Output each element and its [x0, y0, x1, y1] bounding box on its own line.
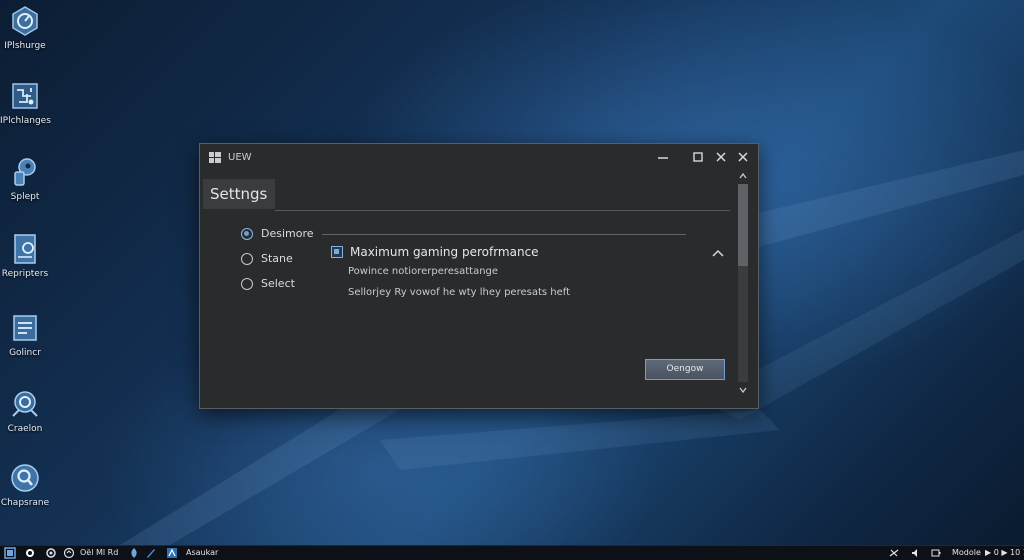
pen-icon[interactable]: [145, 547, 157, 559]
desktop-icon-gauge[interactable]: IPlshurge: [0, 5, 50, 51]
desktop-icon-circuit[interactable]: IPlchlanges: [0, 80, 51, 126]
chevron-up-icon[interactable]: [711, 248, 725, 258]
desktop-icon-label: Golincr: [9, 348, 41, 358]
options-divider: [322, 234, 686, 235]
task-view-icon[interactable]: [63, 547, 75, 559]
settings-icon[interactable]: [45, 547, 57, 559]
description-line-2: Sellorjey Ry vowof he wty lhey peresats …: [348, 287, 571, 298]
radio-button[interactable]: [241, 278, 253, 290]
taskbar-right-text: Modole: [952, 548, 981, 557]
maximize-button[interactable]: [689, 149, 707, 165]
desktop-icon-key[interactable]: Splept: [0, 156, 50, 202]
settings-header: Settngs: [203, 179, 275, 209]
window-titlebar[interactable]: UEW: [200, 144, 758, 170]
radio-label: Stane: [261, 252, 293, 265]
minimize-button[interactable]: [654, 149, 672, 165]
taskbar-text: Oël Ml Rd: [80, 548, 119, 557]
minimize-icon: [658, 157, 668, 159]
vertical-scrollbar[interactable]: [736, 170, 750, 396]
maximize-icon: [693, 152, 703, 162]
radio-button[interactable]: [241, 253, 253, 265]
radio-button-selected[interactable]: [241, 228, 253, 240]
key-icon: [14, 158, 36, 186]
desktop-icon-label: Chapsrane: [0, 498, 50, 508]
close-icon: [716, 152, 726, 162]
magnifier-icon: [11, 464, 39, 492]
windows-logo-icon: [209, 152, 221, 163]
scroll-down-icon[interactable]: [736, 384, 750, 396]
app-icon[interactable]: [166, 547, 178, 559]
action-button[interactable]: Oengow: [645, 359, 725, 380]
desktop-icon-label: Craelon: [7, 424, 43, 434]
circuit-icon: [12, 83, 38, 109]
system-clock[interactable]: ▶ 0 ▶ 10 1: [985, 547, 1024, 559]
desktop-icon-label: IPlchlanges: [0, 116, 51, 126]
taskbar-app-label[interactable]: Asaukar: [186, 547, 218, 559]
start-icon[interactable]: [4, 547, 16, 559]
description-line-1: Powince notiorerperesattange: [348, 266, 499, 277]
search-icon[interactable]: [24, 547, 36, 559]
scroll-up-icon[interactable]: [736, 170, 750, 182]
flame-icon[interactable]: [128, 547, 140, 559]
radio-label: Desimore: [261, 227, 314, 240]
restore-close-button[interactable]: [712, 149, 730, 165]
desktop-icon-label: Splept: [10, 192, 40, 202]
taskbar: Oël Ml Rd Asaukar Modole ▶ 0 ▶ 10 1: [0, 545, 1024, 560]
battery-icon[interactable]: [930, 547, 942, 559]
close-button[interactable]: [734, 149, 752, 165]
header-divider: [275, 210, 730, 211]
close-icon: [738, 152, 748, 162]
desktop-icon-search[interactable]: Craelon: [0, 388, 50, 434]
desktop-icon-label: IPlshurge: [4, 41, 46, 51]
desktop-icon-document[interactable]: Repripters: [0, 233, 50, 279]
gauge-icon: [12, 6, 38, 36]
desktop-icon-magnifier[interactable]: Chapsrane: [0, 462, 50, 508]
scrollbar-thumb[interactable]: [738, 184, 748, 266]
desktop-icon-label: Repripters: [1, 269, 49, 279]
notes-icon: [13, 315, 37, 341]
document-icon: [14, 234, 36, 264]
volume-icon[interactable]: [910, 547, 922, 559]
radio-label: Select: [261, 277, 295, 290]
settings-window: UEW Settngs Desimore Stane Select Maximu…: [199, 143, 759, 409]
network-icon[interactable]: [888, 547, 900, 559]
desktop-icon-notes[interactable]: Golincr: [0, 312, 50, 358]
gaming-performance-checkbox[interactable]: [331, 246, 343, 258]
search-icon: [12, 391, 38, 417]
checkbox-label: Maximum gaming perofrmance: [350, 245, 539, 259]
window-title: UEW: [228, 152, 252, 163]
